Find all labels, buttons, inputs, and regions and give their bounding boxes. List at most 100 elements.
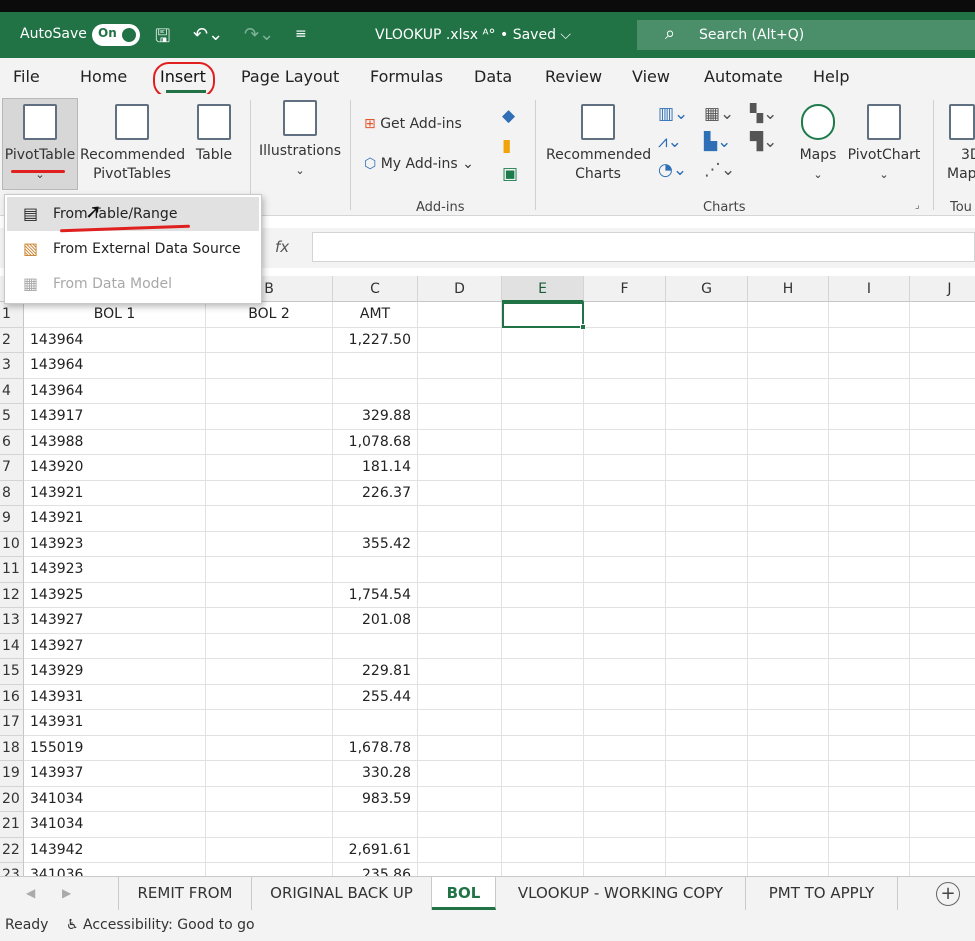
cell-b5[interactable] <box>206 404 333 430</box>
cell-g19[interactable] <box>666 761 748 787</box>
cell-i23[interactable] <box>829 863 910 876</box>
cell-a20[interactable]: 341034 <box>24 786 206 812</box>
cell-e15[interactable] <box>502 659 584 685</box>
cell-d10[interactable] <box>418 531 502 557</box>
cell-h2[interactable] <box>748 327 829 353</box>
row-header[interactable]: 1 <box>0 302 24 328</box>
pivotchart-button[interactable]: PivotChart ⌄ <box>844 104 924 184</box>
cell-f6[interactable] <box>584 429 666 455</box>
cell-c5[interactable]: 329.88 <box>333 404 418 430</box>
cell-g13[interactable] <box>666 608 748 634</box>
cell-a2[interactable]: 143964 <box>24 327 206 353</box>
cell-d11[interactable] <box>418 557 502 583</box>
cell-a21[interactable]: 341034 <box>24 812 206 838</box>
row-header[interactable]: 2 <box>0 327 24 353</box>
cell-e20[interactable] <box>502 786 584 812</box>
formula-input[interactable] <box>312 232 975 262</box>
cell-e19[interactable] <box>502 761 584 787</box>
cell-c16[interactable]: 255.44 <box>333 684 418 710</box>
cell-h4[interactable] <box>748 378 829 404</box>
sheet-tab-bol[interactable]: BOL <box>432 877 496 910</box>
hierarchy-chart-icon[interactable]: ▦⌄ <box>704 104 734 124</box>
cell-b23[interactable] <box>206 863 333 876</box>
row-header[interactable]: 10 <box>0 531 24 557</box>
cell-d15[interactable] <box>418 659 502 685</box>
cell-b11[interactable] <box>206 557 333 583</box>
cell-c15[interactable]: 229.81 <box>333 659 418 685</box>
cell-c3[interactable] <box>333 353 418 379</box>
cell-e7[interactable] <box>502 455 584 481</box>
cell-d4[interactable] <box>418 378 502 404</box>
cell-g1[interactable] <box>666 302 748 328</box>
cell-g18[interactable] <box>666 735 748 761</box>
cell-i13[interactable] <box>829 608 910 634</box>
cell-b6[interactable] <box>206 429 333 455</box>
people-graph-icon[interactable]: ▣ <box>502 164 518 184</box>
cell-e16[interactable] <box>502 684 584 710</box>
row-header[interactable]: 4 <box>0 378 24 404</box>
cell-g17[interactable] <box>666 710 748 736</box>
cell-b16[interactable] <box>206 684 333 710</box>
cell-c13[interactable]: 201.08 <box>333 608 418 634</box>
accessibility-status[interactable]: ♿ Accessibility: Good to go <box>66 917 255 933</box>
cell-b17[interactable] <box>206 710 333 736</box>
cell-e10[interactable] <box>502 531 584 557</box>
cell-a22[interactable]: 143942 <box>24 837 206 863</box>
sheet-tab-pmt-to-apply[interactable]: PMT TO APPLY <box>746 877 898 910</box>
column-header-c[interactable]: C <box>333 276 418 302</box>
cell-e3[interactable] <box>502 353 584 379</box>
cell-a8[interactable]: 143921 <box>24 480 206 506</box>
cell-d23[interactable] <box>418 863 502 876</box>
scatter-chart-icon[interactable]: ⋰⌄ <box>704 160 735 180</box>
cell-f13[interactable] <box>584 608 666 634</box>
cell-i8[interactable] <box>829 480 910 506</box>
waterfall-chart-icon[interactable]: ▚⌄ <box>750 104 777 124</box>
redo-icon[interactable]: ↷⌄ <box>244 24 274 45</box>
cell-g21[interactable] <box>666 812 748 838</box>
cell-f22[interactable] <box>584 837 666 863</box>
cell-c9[interactable] <box>333 506 418 532</box>
tab-formulas[interactable]: Formulas <box>370 67 443 86</box>
row-header[interactable]: 11 <box>0 557 24 583</box>
row-header[interactable]: 16 <box>0 684 24 710</box>
my-addins-button[interactable]: ⬡ My Add-ins ⌄ <box>364 156 474 172</box>
cell-c10[interactable]: 355.42 <box>333 531 418 557</box>
cell-h1[interactable] <box>748 302 829 328</box>
cell-c4[interactable] <box>333 378 418 404</box>
column-header-d[interactable]: D <box>418 276 502 302</box>
cell-c6[interactable]: 1,078.68 <box>333 429 418 455</box>
sheet-nav-next-icon[interactable]: ▶ <box>62 886 71 900</box>
cell-b3[interactable] <box>206 353 333 379</box>
bing-icon[interactable]: ▮ <box>502 136 511 156</box>
cell-e6[interactable] <box>502 429 584 455</box>
fill-handle[interactable] <box>580 324 586 330</box>
cell-h22[interactable] <box>748 837 829 863</box>
tab-help[interactable]: Help <box>813 67 849 86</box>
combo-chart-icon[interactable]: ▜⌄ <box>750 132 777 152</box>
cell-g9[interactable] <box>666 506 748 532</box>
cell-a15[interactable]: 143929 <box>24 659 206 685</box>
cell-e13[interactable] <box>502 608 584 634</box>
cell-j4[interactable] <box>910 379 975 404</box>
column-chart-icon[interactable]: ▥⌄ <box>658 104 688 124</box>
cell-c20[interactable]: 983.59 <box>333 786 418 812</box>
cell-g20[interactable] <box>666 786 748 812</box>
column-header-g[interactable]: G <box>666 276 748 302</box>
cell-j9[interactable] <box>910 506 975 532</box>
cell-g22[interactable] <box>666 837 748 863</box>
cell-e17[interactable] <box>502 710 584 736</box>
row-header[interactable]: 15 <box>0 659 24 685</box>
cell-i11[interactable] <box>829 557 910 583</box>
cell-c18[interactable]: 1,678.78 <box>333 735 418 761</box>
cell-c21[interactable] <box>333 812 418 838</box>
row-header[interactable]: 8 <box>0 480 24 506</box>
cell-c11[interactable] <box>333 557 418 583</box>
cell-d12[interactable] <box>418 582 502 608</box>
cell-g11[interactable] <box>666 557 748 583</box>
cell-h8[interactable] <box>748 480 829 506</box>
cell-j3[interactable] <box>910 353 975 379</box>
tab-home[interactable]: Home <box>80 67 127 86</box>
cell-a10[interactable]: 143923 <box>24 531 206 557</box>
visio-icon[interactable]: ◆ <box>502 106 515 126</box>
cell-f4[interactable] <box>584 378 666 404</box>
